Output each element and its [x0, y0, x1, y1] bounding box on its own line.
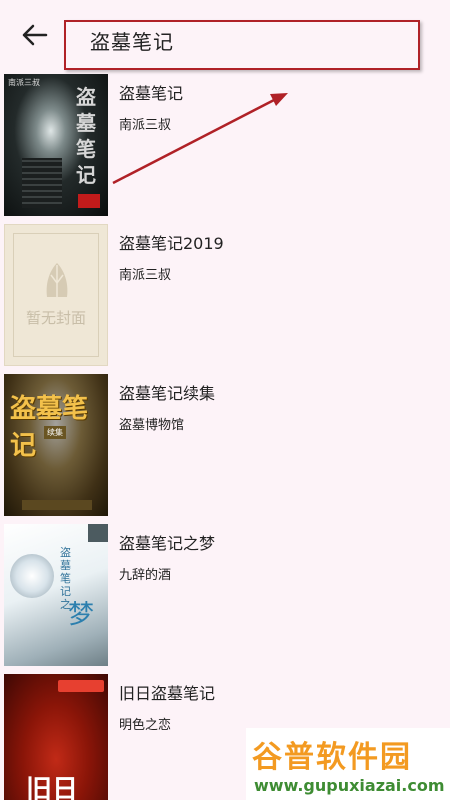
book-cover: 盗墓笔记之 梦 [4, 524, 108, 666]
book-title: 盗墓笔记2019 [119, 234, 224, 253]
book-title: 盗墓笔记之梦 [119, 534, 216, 553]
search-results-list: 南派三叔 盗墓笔记 盗墓笔记 南派三叔 暂无封面 盗墓笔记2019 南派三叔 盗… [0, 72, 450, 800]
cover-tag: 南派三叔 [8, 78, 40, 87]
book-cover: 盗墓笔记 续集 [4, 374, 108, 516]
list-item[interactable]: 暂无封面 盗墓笔记2019 南派三叔 [0, 222, 450, 372]
book-cover: 旧日 [4, 674, 108, 800]
cover-subtitle: 续集 [44, 426, 66, 439]
list-item[interactable]: 盗墓笔记 续集 盗墓笔记续集 盗墓博物馆 [0, 372, 450, 522]
cover-subtitle: 梦 [68, 600, 95, 630]
no-cover-label: 暂无封面 [25, 309, 86, 327]
publisher-logo [58, 680, 104, 692]
list-item[interactable]: 南派三叔 盗墓笔记 盗墓笔记 南派三叔 [0, 72, 450, 222]
book-author: 明色之恋 [119, 718, 172, 733]
top-bar: 盗墓笔记 [0, 0, 450, 72]
book-author: 南派三叔 [119, 268, 172, 283]
book-placeholder-icon [46, 263, 68, 297]
cover-footer [22, 500, 92, 510]
cover-corner-badge [88, 524, 108, 542]
book-title: 盗墓笔记续集 [119, 384, 216, 403]
list-item[interactable]: 盗墓笔记之 梦 盗墓笔记之梦 九辞的酒 [0, 522, 450, 672]
annotation-highlight-box [64, 20, 420, 70]
book-cover-placeholder: 暂无封面 [4, 224, 108, 366]
watermark-url: www.gupuxiazai.com [254, 776, 445, 795]
flower-art [10, 554, 54, 598]
cover-title: 盗墓笔记 [10, 394, 89, 461]
book-author: 九辞的酒 [119, 568, 172, 583]
back-arrow-icon[interactable] [20, 22, 50, 48]
book-title: 旧日盗墓笔记 [119, 684, 216, 703]
cover-title: 盗墓笔记 [76, 85, 96, 187]
book-author: 南派三叔 [119, 118, 172, 133]
watermark-logo-text: 谷普软件园 [252, 740, 412, 775]
book-author: 盗墓博物馆 [119, 418, 185, 433]
cover-title: 旧日 [26, 775, 79, 800]
book-title: 盗墓笔记 [119, 84, 184, 103]
site-watermark: 谷普软件园 www.gupuxiazai.com [246, 728, 450, 800]
book-cover: 南派三叔 盗墓笔记 [4, 74, 108, 216]
cover-art [22, 158, 62, 208]
seal-stamp [78, 194, 100, 208]
